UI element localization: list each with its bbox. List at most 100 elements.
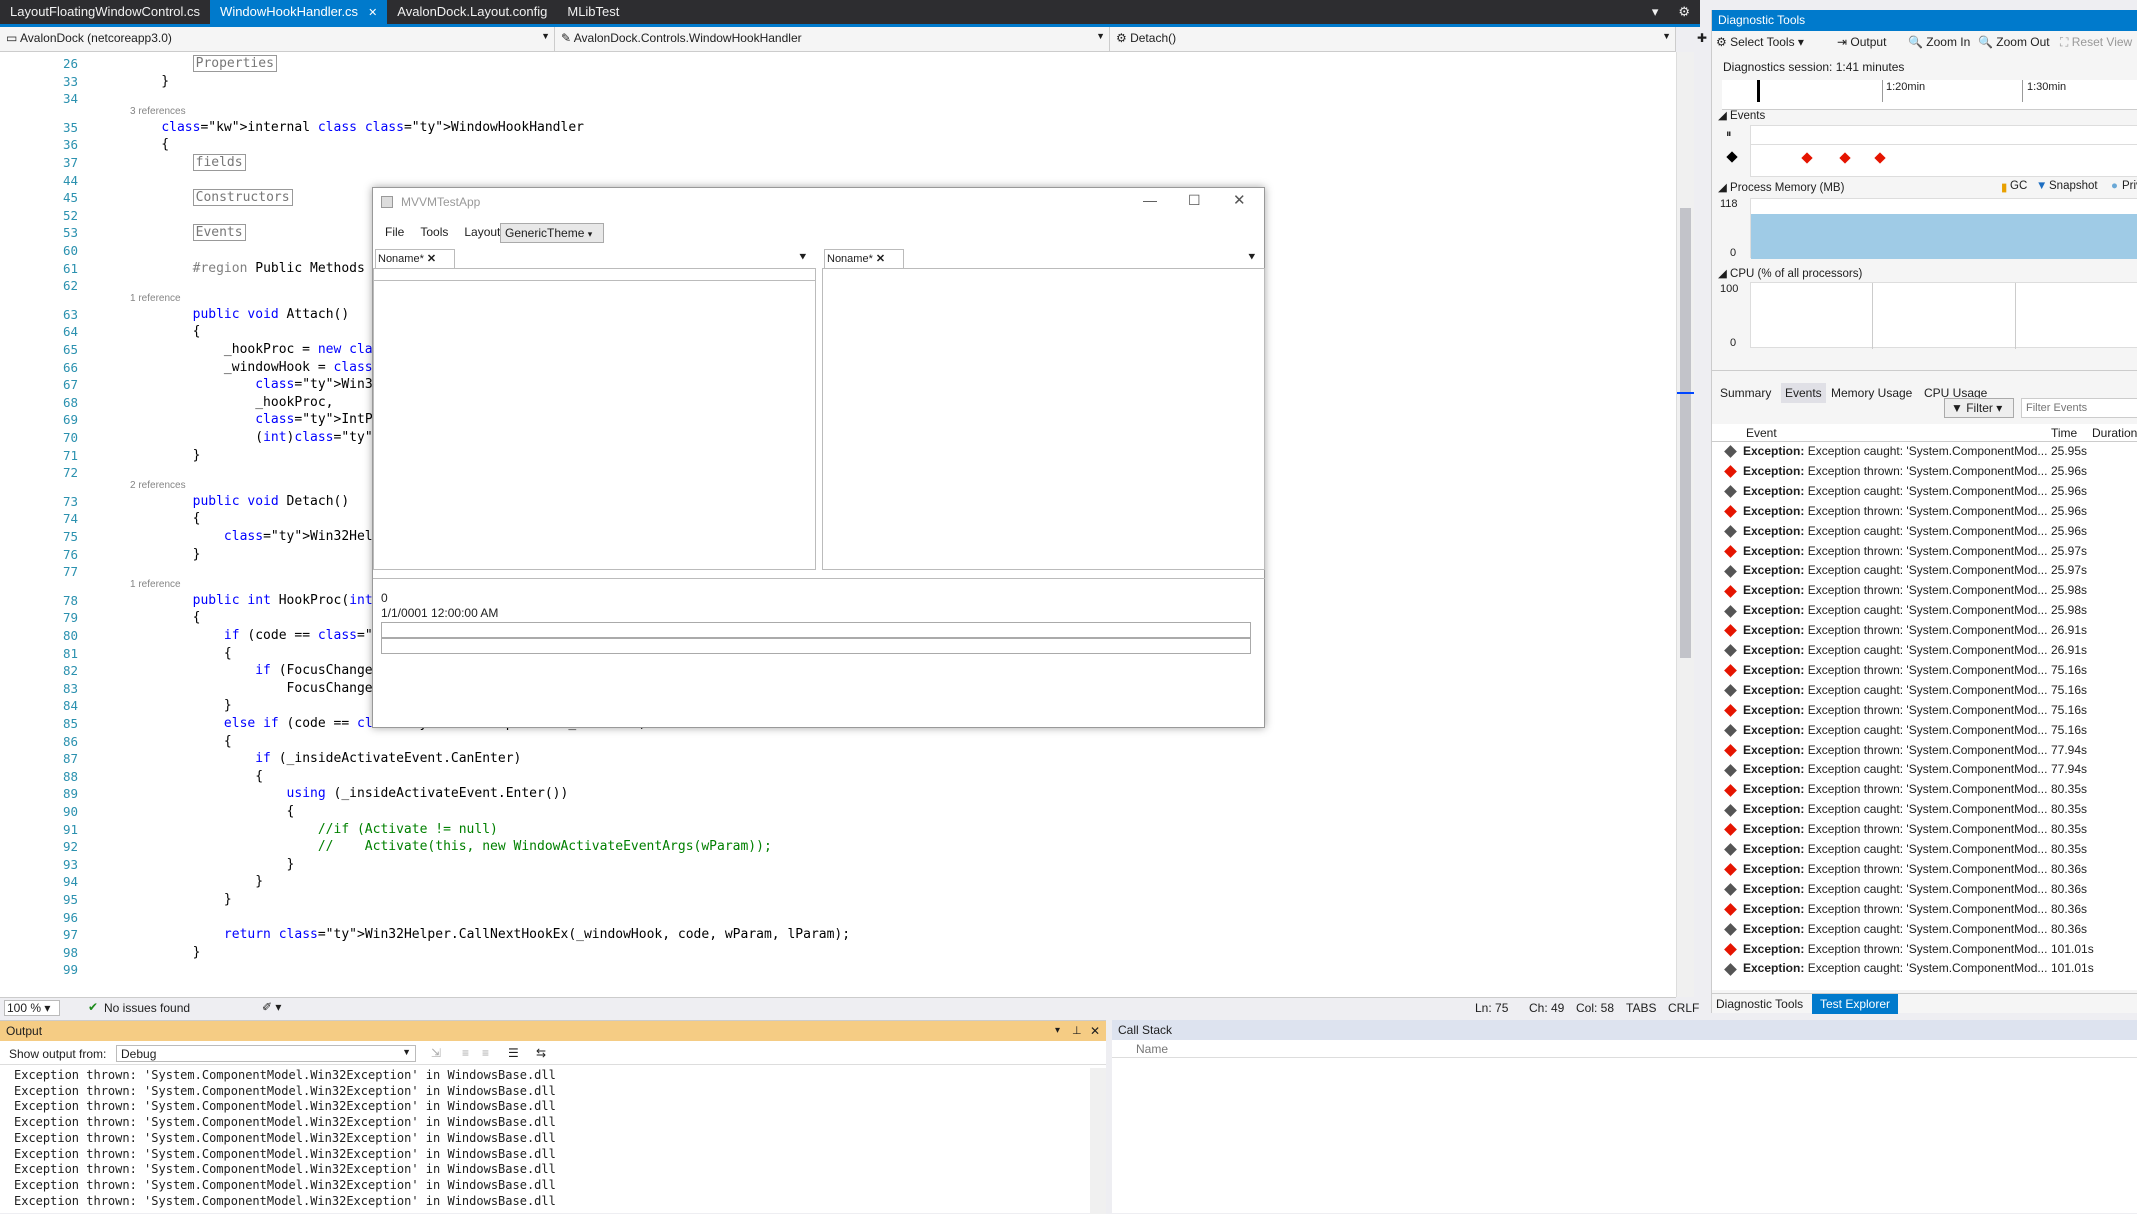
pause-icon[interactable]: ⏸ — [1726, 128, 1732, 141]
code-line[interactable]: { — [130, 324, 201, 339]
dropdown-icon[interactable]: ▾ — [1055, 1021, 1060, 1041]
event-row[interactable]: Exception: Exception thrown: 'System.Com… — [1724, 464, 2136, 484]
memory-graph[interactable] — [1750, 198, 2137, 259]
reference-count-link[interactable]: 1 reference — [130, 293, 181, 304]
cpu-section[interactable]: ◢ CPU (% of all processors) — [1718, 266, 1862, 280]
output-source-dropdown[interactable]: Debug ▼ — [116, 1045, 416, 1062]
next-message-icon[interactable]: ≡ — [482, 1046, 489, 1060]
doc-tab-left[interactable]: Noname* ✕ — [375, 249, 455, 268]
code-line[interactable]: fields — [130, 154, 246, 171]
event-row[interactable]: Exception: Exception thrown: 'System.Com… — [1724, 862, 2136, 882]
reference-count-link[interactable]: 3 references — [130, 106, 186, 117]
menu-tools[interactable]: Tools — [412, 223, 456, 241]
event-row[interactable]: Exception: Exception thrown: 'System.Com… — [1724, 583, 2136, 603]
issues-status[interactable]: No issues found — [104, 1001, 190, 1015]
code-line[interactable]: { — [130, 511, 201, 526]
zoom-out-button[interactable]: 🔍 Zoom Out — [1978, 35, 2050, 49]
col-time[interactable]: Time — [2051, 426, 2077, 440]
code-line[interactable]: } — [130, 74, 169, 89]
close-icon[interactable]: ✕ — [368, 7, 377, 19]
theme-dropdown[interactable]: GenericTheme ▾ — [500, 223, 604, 243]
code-line[interactable]: { — [130, 734, 232, 749]
reference-count-link[interactable]: 2 references — [130, 480, 186, 491]
brush-icon[interactable]: ✐ ▾ — [262, 1000, 281, 1014]
event-row[interactable]: Exception: Exception thrown: 'System.Com… — [1724, 623, 2136, 643]
eol-indicator[interactable]: CRLF — [1668, 1001, 1699, 1015]
zoom-dropdown[interactable]: 100 % ▾ — [4, 1000, 60, 1016]
settings-icon[interactable]: ⚙ — [1668, 0, 1700, 24]
event-row[interactable]: Exception: Exception caught: 'System.Com… — [1724, 563, 2136, 583]
tab-test-explorer[interactable]: Test Explorer — [1812, 994, 1899, 1014]
left-doc-pane[interactable] — [373, 268, 816, 570]
close-icon[interactable]: ✕ — [427, 253, 436, 265]
tab-menu-icon[interactable]: ⯆ — [798, 250, 808, 265]
event-row[interactable]: Exception: Exception caught: 'System.Com… — [1724, 882, 2136, 902]
event-row[interactable]: Exception: Exception thrown: 'System.Com… — [1724, 544, 2136, 564]
exception-marker[interactable] — [1874, 152, 1886, 164]
find-message-icon[interactable]: ⇲ — [431, 1046, 441, 1060]
close-icon[interactable]: ✕ — [876, 253, 885, 265]
project-dropdown[interactable]: ▭ AvalonDock (netcoreapp3.0) ▼ — [0, 27, 555, 51]
event-row[interactable]: Exception: Exception caught: 'System.Com… — [1724, 961, 2136, 981]
code-line[interactable]: public void Detach() — [130, 494, 350, 509]
event-row[interactable]: Exception: Exception thrown: 'System.Com… — [1724, 942, 2136, 962]
select-tools-button[interactable]: ⚙ Select Tools ▾ — [1716, 35, 1804, 49]
code-line[interactable]: } — [130, 857, 295, 872]
timeline-ruler[interactable]: 1:20min 1:30min — [1722, 80, 2137, 110]
event-row[interactable]: Exception: Exception caught: 'System.Com… — [1724, 524, 2136, 544]
minimize-icon[interactable]: — — [1143, 192, 1157, 208]
col-event[interactable]: Event — [1746, 426, 1777, 440]
class-dropdown[interactable]: ✎ AvalonDock.Controls.WindowHookHandler ▼ — [555, 27, 1110, 51]
code-line[interactable]: } — [130, 874, 263, 889]
reference-count-link[interactable]: 1 reference — [130, 579, 181, 590]
tab-overflow-icon[interactable]: ▾ — [1642, 0, 1669, 24]
mvvm-test-app-window[interactable]: MVVMTestApp — ☐ ✕ File Tools Layout Gene… — [372, 187, 1265, 728]
code-line[interactable]: { — [130, 610, 201, 625]
col-name[interactable]: Name — [1136, 1042, 1168, 1056]
code-line[interactable]: #region Public Methods — [130, 261, 365, 276]
code-line[interactable]: class="kw">internal class class="ty">Win… — [130, 120, 584, 135]
code-line[interactable]: { — [130, 769, 263, 784]
event-row[interactable]: Exception: Exception caught: 'System.Com… — [1724, 484, 2136, 504]
scroll-thumb[interactable] — [1680, 208, 1691, 658]
tabs-indicator[interactable]: TABS — [1626, 1001, 1656, 1015]
exception-marker[interactable] — [1839, 152, 1851, 164]
code-line[interactable]: return class="ty">Win32Helper.CallNextHo… — [130, 927, 850, 942]
menu-file[interactable]: File — [377, 223, 412, 241]
close-icon[interactable]: ✕ — [1233, 191, 1246, 209]
events-section[interactable]: ◢ Events — [1718, 108, 1765, 122]
event-row[interactable]: Exception: Exception thrown: 'System.Com… — [1724, 703, 2136, 723]
code-line[interactable]: } — [130, 547, 201, 562]
word-wrap-icon[interactable]: ⇆ — [536, 1046, 546, 1060]
zoom-in-button[interactable]: 🔍 Zoom In — [1908, 35, 1970, 49]
code-line[interactable]: { — [130, 646, 232, 661]
code-line[interactable]: Constructors — [130, 189, 293, 207]
events-track[interactable] — [1750, 125, 2137, 177]
pin-icon[interactable]: ⊥ — [1072, 1021, 1082, 1041]
prev-message-icon[interactable]: ≡ — [462, 1046, 469, 1060]
close-icon[interactable]: ✕ — [1090, 1021, 1100, 1041]
code-line[interactable]: public void Attach() — [130, 307, 350, 322]
event-row[interactable]: Exception: Exception caught: 'System.Com… — [1724, 762, 2136, 782]
code-line[interactable]: } — [130, 945, 201, 960]
event-row[interactable]: Exception: Exception caught: 'System.Com… — [1724, 683, 2136, 703]
event-row[interactable]: Exception: Exception caught: 'System.Com… — [1724, 444, 2136, 464]
code-line[interactable]: // Activate(this, new WindowActivateEven… — [130, 839, 772, 854]
code-line[interactable]: Properties — [130, 55, 277, 72]
tab-menu-icon[interactable]: ⯆ — [1247, 250, 1257, 265]
maximize-icon[interactable]: ☐ — [1188, 192, 1201, 209]
code-line[interactable]: } — [130, 892, 232, 907]
tab-summary[interactable]: Summary — [1720, 386, 1771, 400]
event-row[interactable]: Exception: Exception caught: 'System.Com… — [1724, 603, 2136, 623]
code-line[interactable]: if (_insideActivateEvent.CanEnter) — [130, 751, 521, 766]
right-doc-pane[interactable] — [822, 268, 1265, 570]
code-line[interactable]: } — [130, 698, 232, 713]
tab-mlibtest[interactable]: MLibTest — [557, 0, 629, 24]
filter-button[interactable]: ▼ Filter ▾ — [1944, 398, 2014, 418]
col-duration[interactable]: Duration — [2092, 426, 2137, 440]
code-line[interactable]: } — [130, 448, 201, 463]
textbox-2[interactable] — [381, 638, 1251, 654]
event-row[interactable]: Exception: Exception thrown: 'System.Com… — [1724, 504, 2136, 524]
code-line[interactable]: { — [130, 804, 295, 819]
member-dropdown[interactable]: ⚙ Detach() ▼ — [1110, 27, 1676, 51]
